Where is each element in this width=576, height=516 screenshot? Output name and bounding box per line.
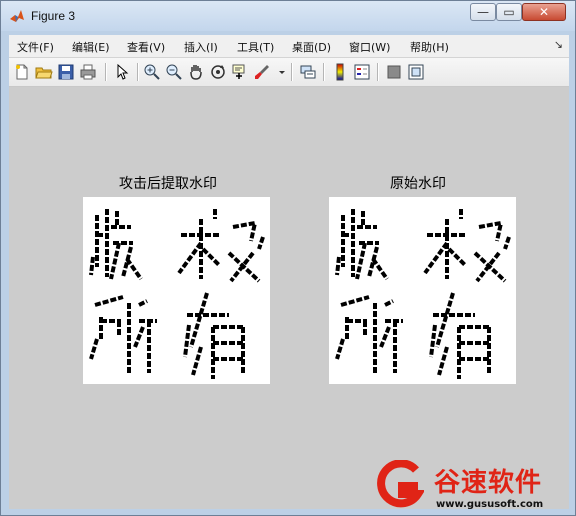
rotate-3d-icon[interactable] <box>209 63 227 81</box>
show-plot-tools-icon[interactable] <box>407 63 425 81</box>
toolbar-separator <box>291 63 293 81</box>
menu-bar: 文件(F) 编辑(E) 查看(V) 插入(I) 工具(T) 桌面(D) 窗口(W… <box>9 35 569 58</box>
link-plot-icon[interactable] <box>299 63 317 81</box>
window-title: Figure 3 <box>31 9 76 23</box>
pan-hand-icon[interactable] <box>187 63 205 81</box>
menu-tools[interactable]: 工具(T) <box>237 39 274 55</box>
print-icon[interactable] <box>79 63 97 81</box>
figure-window: Figure 3 — ▭ ✕ 文件(F) 编辑(E) 查看(V) 插入(I) 工… <box>0 0 576 516</box>
extracted-watermark-image <box>89 209 265 379</box>
zoom-in-icon[interactable] <box>143 63 161 81</box>
menu-file[interactable]: 文件(F) <box>17 39 54 55</box>
zoom-out-icon[interactable] <box>165 63 183 81</box>
site-watermark-logo: 谷速软件 www.gususoft.com <box>370 458 576 516</box>
pointer-icon[interactable] <box>113 63 131 81</box>
brush-icon[interactable] <box>253 63 271 81</box>
legend-icon[interactable] <box>353 63 371 81</box>
menu-view[interactable]: 查看(V) <box>127 39 165 55</box>
toolbar-separator <box>323 63 325 81</box>
new-figure-icon[interactable] <box>13 63 31 81</box>
figure-canvas[interactable]: 攻击后提取水印 原始水印 <box>9 87 569 509</box>
menu-desktop[interactable]: 桌面(D) <box>292 39 331 55</box>
brush-dropdown-icon[interactable] <box>273 63 285 81</box>
colorbar-icon[interactable] <box>331 63 349 81</box>
original-watermark-image <box>335 209 511 379</box>
axes-original-watermark[interactable] <box>329 197 516 384</box>
menu-insert[interactable]: 插入(I) <box>184 39 218 55</box>
hide-plot-tools-icon[interactable] <box>385 63 403 81</box>
open-folder-icon[interactable] <box>35 63 53 81</box>
figure-toolbar <box>9 58 569 87</box>
toolbar-separator <box>377 63 379 81</box>
save-icon[interactable] <box>57 63 75 81</box>
dock-arrow-icon[interactable]: ↘ <box>554 38 563 51</box>
axes-title-original: 原始水印 <box>390 176 446 192</box>
logo-brand-name: 谷速软件 <box>434 468 543 498</box>
data-cursor-icon[interactable] <box>231 63 249 81</box>
axes-title-extracted: 攻击后提取水印 <box>119 176 217 192</box>
minimize-button[interactable]: — <box>470 3 496 21</box>
title-bar[interactable]: Figure 3 — ▭ ✕ <box>1 1 575 31</box>
menu-edit[interactable]: 编辑(E) <box>72 39 110 55</box>
logo-url: www.gususoft.com <box>436 499 544 510</box>
matlab-logo-icon <box>9 8 25 24</box>
menu-help[interactable]: 帮助(H) <box>410 39 449 55</box>
axes-extracted-watermark[interactable] <box>83 197 270 384</box>
maximize-button[interactable]: ▭ <box>496 3 522 21</box>
close-button[interactable]: ✕ <box>522 3 566 21</box>
toolbar-separator <box>137 63 139 81</box>
menu-window[interactable]: 窗口(W) <box>349 39 390 55</box>
toolbar-separator <box>105 63 107 81</box>
gusu-logo-icon <box>376 459 426 508</box>
